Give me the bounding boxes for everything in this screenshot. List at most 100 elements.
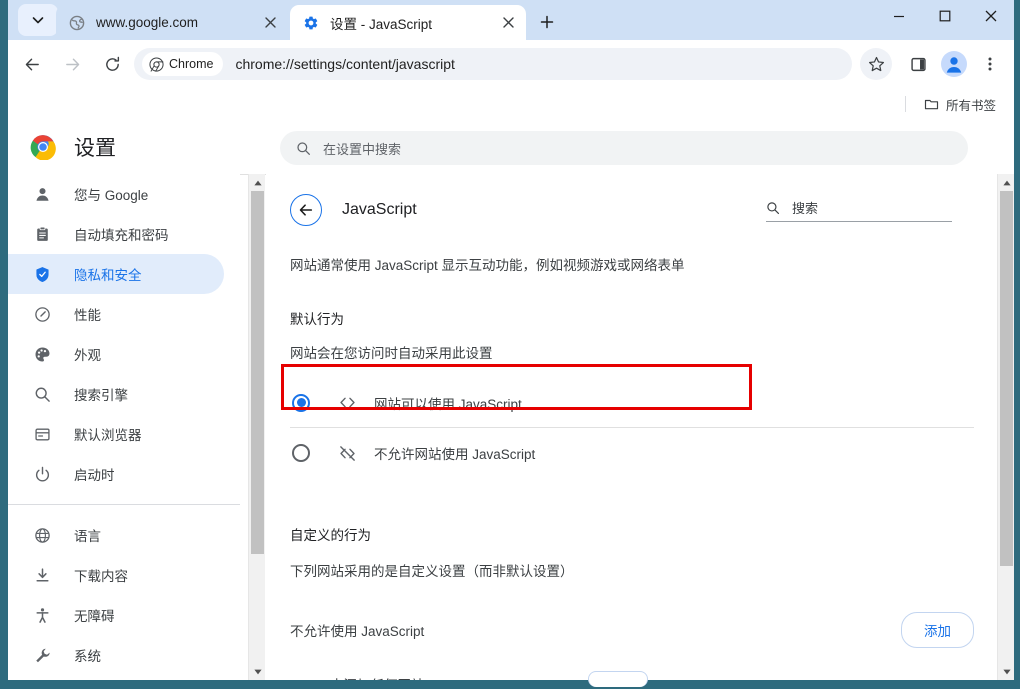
settings-search-placeholder: 在设置中搜索	[323, 141, 402, 157]
sidebar-item-autofill-passwords[interactable]: 自动填充和密码	[8, 214, 224, 254]
toolbar-actions	[860, 48, 1010, 80]
radio-option-block-javascript[interactable]: 不允许网站使用 JavaScript	[290, 428, 974, 478]
default-behavior-heading: 默认行为	[290, 312, 344, 327]
back-button[interactable]	[290, 194, 322, 226]
scroll-up-arrow-icon	[253, 180, 262, 185]
settings-search-input[interactable]: 在设置中搜索	[280, 131, 968, 165]
minimize-button[interactable]	[876, 0, 922, 32]
sidebar-item-label: 语言	[74, 529, 101, 544]
radio-button-selected[interactable]	[292, 393, 310, 412]
main-scrollbar-thumb[interactable]	[1000, 191, 1013, 566]
search-icon	[32, 386, 52, 403]
folder-icon	[924, 99, 939, 109]
sidebar-item-search-engine[interactable]: 搜索引擎	[8, 374, 224, 414]
chrome-menu-button[interactable]	[974, 48, 1006, 80]
sidebar-item-label: 下载内容	[74, 569, 128, 584]
subpage-search-input[interactable]: 搜索	[766, 198, 952, 222]
custom-behavior-heading: 自定义的行为	[290, 528, 371, 543]
close-icon	[985, 10, 997, 22]
chrome-logo-icon	[30, 134, 56, 161]
gear-icon	[302, 14, 320, 32]
sidebar-item-appearance[interactable]: 外观	[8, 334, 224, 374]
side-panel-button[interactable]	[902, 48, 934, 80]
tab-settings-javascript[interactable]: 设置 - JavaScript	[290, 5, 526, 40]
browser-window-icon	[32, 426, 52, 443]
back-button[interactable]	[16, 48, 48, 80]
sidebar-item-label: 搜索引擎	[74, 388, 128, 403]
add-site-button[interactable]: 添加	[901, 612, 974, 648]
maximize-button[interactable]	[922, 0, 968, 32]
globe-icon	[68, 14, 86, 32]
radio-button-unselected[interactable]	[292, 444, 310, 462]
radio-option-allow-javascript[interactable]: 网站可以使用 JavaScript	[290, 378, 974, 428]
clipboard-icon	[32, 226, 52, 243]
sidebar-item-label: 隐私和安全	[74, 268, 142, 283]
sidebar-item-accessibility[interactable]: 无障碍	[8, 595, 224, 635]
close-icon[interactable]	[498, 13, 518, 33]
address-bar[interactable]: Chrome chrome://settings/content/javascr…	[134, 48, 852, 80]
tab-strip: www.google.com 设置 - JavaScript	[8, 0, 1014, 40]
star-icon	[868, 56, 884, 71]
chevron-down-icon	[32, 17, 44, 24]
page-description: 网站通常使用 JavaScript 显示互动功能，例如视频游戏或网络表单	[290, 258, 685, 273]
tab-title: 设置 - JavaScript	[330, 16, 433, 32]
block-section-label: 不允许使用 JavaScript	[290, 624, 425, 639]
bookmark-star-button[interactable]	[860, 48, 892, 80]
sidebar-item-performance[interactable]: 性能	[8, 294, 224, 334]
sidebar-item-default-browser[interactable]: 默认浏览器	[8, 414, 224, 454]
sidebar-item-label: 您与 Google	[74, 188, 149, 203]
download-icon	[32, 567, 52, 584]
close-icon[interactable]	[260, 13, 280, 33]
subpage-header: JavaScript 搜索	[290, 192, 998, 228]
page-title: JavaScript	[342, 201, 417, 218]
window-frame-bottom	[0, 680, 1020, 689]
window-controls	[876, 0, 1014, 40]
sidebar-item-downloads[interactable]: 下载内容	[8, 555, 224, 595]
chrome-origin-chip[interactable]: Chrome	[142, 52, 224, 76]
all-bookmarks-label: 所有书签	[945, 98, 996, 113]
tab-www-google-com[interactable]: www.google.com	[56, 5, 288, 40]
all-bookmarks-button[interactable]: 所有书签	[918, 91, 1002, 118]
scroll-down-arrow-icon	[253, 669, 262, 674]
search-icon	[767, 201, 780, 214]
chrome-chip-label: Chrome	[169, 57, 214, 71]
main-scroll-down-button[interactable]	[998, 663, 1014, 680]
main-scrollbar[interactable]	[997, 174, 1014, 680]
sidebar-item-privacy-and-security[interactable]: 隐私和安全	[8, 254, 224, 294]
address-bar-url: chrome://settings/content/javascript	[235, 56, 455, 72]
code-off-icon	[336, 444, 358, 463]
new-tab-button[interactable]	[532, 7, 562, 37]
sidebar-scrollbar-thumb[interactable]	[251, 191, 264, 554]
tab-search-button[interactable]	[18, 4, 58, 36]
sidebar-scrollbar[interactable]	[248, 174, 265, 680]
side-panel-icon	[910, 57, 926, 71]
sidebar-item-on-startup[interactable]: 启动时	[8, 454, 224, 494]
sidebar-item-label: 自动填充和密码	[74, 228, 169, 243]
sidebar-item-languages[interactable]: 语言	[8, 515, 224, 555]
sidebar-item-system[interactable]: 系统	[8, 635, 224, 675]
default-behavior-radio-group: 网站可以使用 JavaScript 不允许网站使用 JavaScript	[266, 378, 998, 478]
sidebar-scroll-down-button[interactable]	[249, 663, 266, 680]
sidebar-item-you-and-google[interactable]: 您与 Google	[8, 174, 224, 214]
three-dots-icon	[988, 57, 992, 71]
browser-window: www.google.com 设置 - JavaScript Chrome ch…	[0, 0, 1020, 689]
default-behavior-subtext: 网站会在您访问时自动采用此设置	[290, 346, 493, 361]
main-scroll-up-button[interactable]	[998, 174, 1014, 191]
sidebar-item-label: 外观	[74, 348, 101, 363]
chrome-icon	[149, 56, 164, 72]
settings-header: 设置 在设置中搜索	[8, 120, 1014, 174]
close-button[interactable]	[968, 0, 1014, 32]
window-frame-left	[0, 0, 8, 689]
reload-button[interactable]	[96, 48, 128, 80]
globe-icon	[32, 527, 52, 544]
browser-toolbar: Chrome chrome://settings/content/javascr…	[8, 40, 1014, 88]
forward-button[interactable]	[56, 48, 88, 80]
profile-button[interactable]	[938, 48, 970, 80]
sidebar-scroll-up-button[interactable]	[249, 174, 266, 191]
shield-icon	[32, 266, 52, 283]
sidebar-item-label: 系统	[74, 649, 101, 664]
arrow-right-icon	[65, 58, 79, 70]
partially-visible-button[interactable]	[588, 671, 648, 687]
radio-dot	[296, 398, 306, 407]
settings-page: 设置 在设置中搜索 您与 Google 自动填充和密码 隐私和安全 性能 外观 …	[8, 120, 1014, 680]
